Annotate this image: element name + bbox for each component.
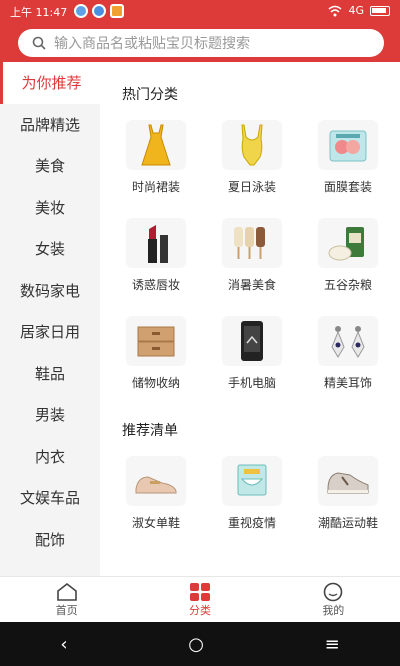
sidebar-item-underwear[interactable]: 内衣 — [0, 436, 100, 478]
status-time: 上午 11:47 — [10, 6, 68, 19]
earring-icon — [318, 316, 378, 366]
recents-nav-button[interactable]: ≡ — [325, 634, 340, 655]
search-input[interactable]: 输入商品名或粘贴宝贝标题搜索 — [18, 29, 384, 57]
back-nav-button[interactable]: ‹ — [60, 634, 67, 655]
sidebar-item-home[interactable]: 居家日用 — [0, 311, 100, 353]
category-content: 热门分类 时尚裙装 夏日泳装 面膜套装 诱惑唇妆 消暑美食 五谷杂粮 储物收纳 … — [100, 62, 400, 576]
mask-box-icon — [222, 456, 282, 506]
sidebar-item-brand[interactable]: 品牌精选 — [0, 104, 100, 146]
category-tile[interactable]: 重视疫情 — [204, 452, 300, 550]
category-tile[interactable]: 淑女单鞋 — [108, 452, 204, 550]
category-tile[interactable]: 时尚裙装 — [108, 116, 204, 214]
shoe-icon — [126, 456, 186, 506]
search-icon — [32, 36, 46, 50]
category-tile[interactable]: 手机电脑 — [204, 312, 300, 410]
system-nav-bar: ‹ ○ ≡ — [0, 622, 400, 666]
search-placeholder: 输入商品名或粘贴宝贝标题搜索 — [54, 36, 250, 52]
battery-icon — [370, 5, 390, 16]
popsicle-icon — [222, 218, 282, 268]
bottom-tab-bar: 首页 分类 我的 — [0, 576, 400, 622]
swimsuit-icon — [222, 120, 282, 170]
section-title-hot: 热门分类 — [122, 87, 178, 103]
category-tile[interactable]: 夏日泳装 — [204, 116, 300, 214]
tab-category[interactable]: 分类 — [189, 582, 211, 618]
category-tile[interactable]: 五谷杂粮 — [300, 214, 396, 312]
app-notification-icon — [110, 4, 124, 18]
sneaker-icon — [318, 456, 378, 506]
sidebar-item-food[interactable]: 美食 — [0, 145, 100, 187]
status-right: 4G — [328, 4, 390, 17]
category-tile[interactable]: 消暑美食 — [204, 214, 300, 312]
sidebar-item-accessories[interactable]: 配饰 — [0, 519, 100, 561]
sidebar-item-mens[interactable]: 男装 — [0, 394, 100, 436]
category-sidebar: 为你推荐 品牌精选 美食 美妆 女装 数码家电 居家日用 鞋品 男装 内衣 文娱… — [0, 62, 100, 576]
sidebar-item-entertainment[interactable]: 文娱车品 — [0, 477, 100, 519]
sidebar-item-makeup[interactable]: 美妆 — [0, 187, 100, 229]
status-bar: 上午 11:47 4G — [0, 0, 400, 24]
tab-home[interactable]: 首页 — [56, 582, 78, 618]
section-title-recommend: 推荐清单 — [122, 423, 178, 439]
wifi-icon — [328, 5, 342, 16]
dress-icon — [126, 120, 186, 170]
sidebar-item-recommend[interactable]: 为你推荐 — [0, 62, 100, 104]
network-type: 4G — [348, 4, 364, 17]
recommend-list-grid: 淑女单鞋 重视疫情 潮酷运动鞋 — [108, 452, 398, 550]
location-icon — [74, 4, 88, 18]
category-tile[interactable]: 储物收纳 — [108, 312, 204, 410]
category-tile[interactable]: 诱惑唇妆 — [108, 214, 204, 312]
category-tile[interactable]: 潮酷运动鞋 — [300, 452, 396, 550]
face-mask-icon — [318, 120, 378, 170]
category-tile[interactable]: 面膜套装 — [300, 116, 396, 214]
grain-icon — [318, 218, 378, 268]
phone-icon — [222, 316, 282, 366]
sidebar-item-shoes[interactable]: 鞋品 — [0, 353, 100, 395]
tab-profile[interactable]: 我的 — [322, 582, 344, 618]
profile-icon — [324, 582, 343, 601]
home-icon — [56, 582, 77, 601]
search-header: 输入商品名或粘贴宝贝标题搜索 — [0, 24, 400, 62]
status-notification-icons — [74, 4, 124, 18]
sidebar-item-digital[interactable]: 数码家电 — [0, 270, 100, 312]
hot-category-grid: 时尚裙装 夏日泳装 面膜套装 诱惑唇妆 消暑美食 五谷杂粮 储物收纳 手机电脑 … — [108, 116, 398, 410]
home-nav-button[interactable]: ○ — [188, 634, 204, 655]
sidebar-item-womens[interactable]: 女装 — [0, 228, 100, 270]
storage-box-icon — [126, 316, 186, 366]
category-tile[interactable]: 精美耳饰 — [300, 312, 396, 410]
lipstick-icon — [126, 218, 186, 268]
sync-icon — [92, 4, 106, 18]
category-icon — [189, 582, 210, 601]
